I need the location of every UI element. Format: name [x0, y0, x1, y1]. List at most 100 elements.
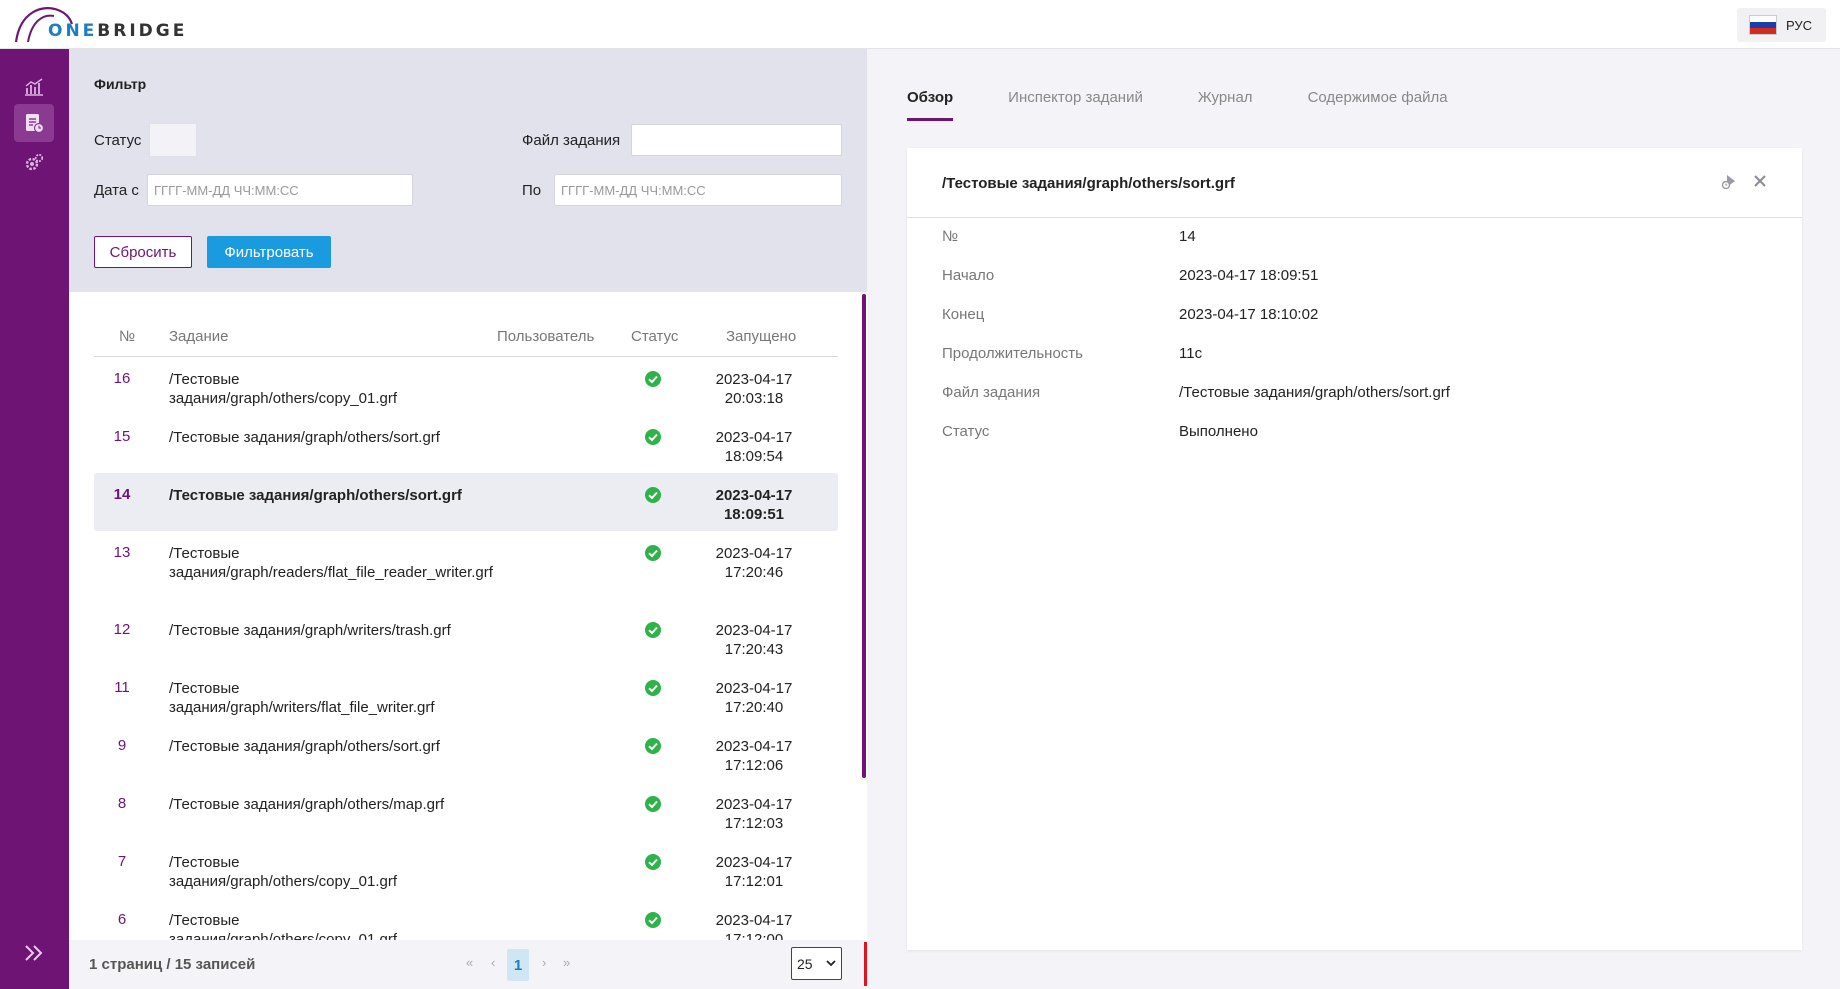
row-started-time: 17:12:01: [724, 873, 784, 890]
row-started-time: 17:20:43: [724, 641, 784, 658]
status-select[interactable]: [149, 123, 197, 157]
table-row[interactable]: 11/Тестовые задания/graph/writers/flat_f…: [94, 666, 838, 724]
detail-field-row: Продолжительность 11с: [942, 345, 1792, 384]
row-started: 2023-04-17 17:12:06: [704, 737, 804, 775]
pagination: 1 страниц / 15 записей « ‹ 1 › » 25: [69, 940, 867, 989]
date-to-input[interactable]: ГГГГ-ММ-ДД ЧЧ:ММ:СС: [554, 174, 842, 206]
row-number: 12: [113, 621, 131, 638]
table-row[interactable]: 7/Тестовые задания/graph/others/copy_01.…: [94, 840, 838, 898]
row-number: 7: [117, 853, 127, 870]
row-number: 6: [117, 911, 127, 928]
language-switcher[interactable]: РУС: [1737, 8, 1826, 42]
page-size-select[interactable]: 25: [791, 947, 842, 980]
table-row[interactable]: 13/Тестовые задания/graph/readers/flat_f…: [94, 531, 838, 608]
filter-panel: Фильтр Статус Файл задания Дата с ГГГГ-М…: [69, 49, 867, 292]
jobs-icon: [26, 114, 45, 134]
row-number: 9: [117, 737, 127, 754]
row-number: 8: [117, 795, 127, 812]
top-bar: ONEBRIDGE РУС: [0, 0, 1840, 49]
logo-text: ONEBRIDGE: [48, 21, 188, 41]
row-started-date: 2023-04-17: [715, 912, 793, 929]
filter-button[interactable]: Фильтровать: [207, 236, 331, 268]
detail-field-value: 14: [1179, 228, 1196, 245]
job-file-label: Файл задания: [522, 132, 621, 149]
language-label: РУС: [1786, 17, 1813, 33]
table-row[interactable]: 6/Тестовые задания/graph/others/copy_01.…: [94, 898, 838, 940]
detail-field-key: Начало: [942, 267, 995, 284]
row-started-date: 2023-04-17: [715, 854, 793, 871]
row-started: 2023-04-17 17:20:40: [704, 679, 804, 717]
row-number: 15: [113, 428, 131, 445]
job-file-input[interactable]: [631, 124, 842, 156]
row-task: /Тестовые задания/graph/others/sort.grf: [169, 738, 440, 755]
row-started: 2023-04-17 18:09:54: [704, 428, 804, 466]
column-header-started: Запущено: [726, 328, 797, 345]
row-task: /Тестовые задания/graph/others/copy_01.g…: [169, 912, 398, 940]
close-icon[interactable]: [1753, 174, 1767, 188]
sidebar-expand-button[interactable]: [20, 939, 48, 967]
success-check-icon: [645, 854, 661, 870]
row-started-date: 2023-04-17: [715, 371, 793, 388]
sidebar-item-jobs[interactable]: [14, 104, 54, 142]
row-number: 16: [113, 370, 131, 387]
column-header-user: Пользователь: [497, 328, 595, 345]
run-job-icon[interactable]: [1721, 172, 1739, 190]
row-started-date: 2023-04-17: [715, 796, 793, 813]
tab-file-content[interactable]: Содержимое файла: [1308, 89, 1448, 121]
tab-log[interactable]: Журнал: [1198, 89, 1253, 121]
current-page-button[interactable]: 1: [507, 949, 529, 981]
date-from-input[interactable]: ГГГГ-ММ-ДД ЧЧ:ММ:СС: [147, 174, 413, 206]
column-header-task: Задание: [169, 328, 229, 345]
row-started-date: 2023-04-17: [715, 487, 793, 504]
detail-card: /Тестовые задания/graph/others/sort.grf …: [907, 148, 1802, 950]
row-started: 2023-04-17 17:12:01: [704, 853, 804, 891]
row-started-date: 2023-04-17: [715, 680, 793, 697]
row-started-date: 2023-04-17: [715, 738, 793, 755]
detail-field-row: Конец 2023-04-17 18:10:02: [942, 306, 1792, 345]
reset-button[interactable]: Сбросить: [94, 236, 192, 268]
russia-flag-icon: [1749, 15, 1777, 35]
detail-field-value: 2023-04-17 18:10:02: [1179, 306, 1319, 323]
last-page-button[interactable]: »: [563, 955, 570, 970]
row-task: /Тестовые задания/graph/others/map.grf: [169, 796, 445, 813]
onebridge-logo[interactable]: ONEBRIDGE: [14, 4, 187, 44]
success-check-icon: [645, 487, 661, 503]
status-label: Статус: [94, 132, 142, 149]
detail-field-key: Файл задания: [942, 384, 1041, 401]
table-scrollbar[interactable]: [862, 294, 866, 778]
table-row[interactable]: 12/Тестовые задания/graph/writers/trash.…: [94, 608, 838, 666]
row-started-time: 17:20:46: [724, 564, 784, 581]
table-row[interactable]: 14/Тестовые задания/graph/others/sort.gr…: [94, 473, 838, 531]
table-row[interactable]: 9/Тестовые задания/graph/others/sort.grf…: [94, 724, 838, 782]
settings-icon: [25, 153, 44, 171]
row-started-date: 2023-04-17: [715, 622, 793, 639]
table-row[interactable]: 15/Тестовые задания/graph/others/sort.gr…: [94, 415, 838, 473]
sidebar-item-monitoring[interactable]: [14, 68, 54, 106]
row-task: /Тестовые задания/graph/others/sort.grf: [169, 429, 440, 446]
page-size-value: 25: [797, 955, 813, 972]
table-row[interactable]: 8/Тестовые задания/graph/others/map.grf 2…: [94, 782, 838, 840]
tab-overview[interactable]: Обзор: [907, 89, 954, 121]
row-task: /Тестовые задания/graph/writers/flat_fil…: [169, 680, 435, 716]
success-check-icon: [645, 545, 661, 561]
row-started: 2023-04-17 17:20:46: [704, 544, 804, 582]
next-page-button[interactable]: ›: [542, 955, 546, 970]
prev-page-button[interactable]: ‹: [491, 955, 495, 970]
detail-field-key: №: [942, 228, 959, 245]
sidebar-item-settings[interactable]: [14, 144, 54, 182]
detail-field-row: Файл задания/Тестовые задания/graph/othe…: [942, 384, 1792, 423]
row-task: /Тестовые задания/graph/readers/flat_fil…: [169, 545, 493, 581]
detail-field-value: Выполнено: [1179, 423, 1258, 440]
detail-field-value: 11с: [1179, 345, 1203, 362]
row-started: 2023-04-17 20:03:18: [704, 370, 804, 408]
table-row[interactable]: 16/Тестовые задания/graph/others/copy_01…: [94, 357, 838, 415]
success-check-icon: [645, 796, 661, 812]
detail-field-row: Начало 2023-04-17 18:09:51: [942, 267, 1792, 306]
tab-job-inspector[interactable]: Инспектор заданий: [1008, 89, 1143, 121]
detail-panel: Обзор Инспектор заданий Журнал Содержимо…: [867, 49, 1840, 989]
first-page-button[interactable]: «: [466, 955, 473, 970]
success-check-icon: [645, 680, 661, 696]
date-to-label: По: [522, 182, 542, 199]
row-started-time: 18:09:51: [723, 506, 785, 523]
row-started-date: 2023-04-17: [715, 545, 793, 562]
